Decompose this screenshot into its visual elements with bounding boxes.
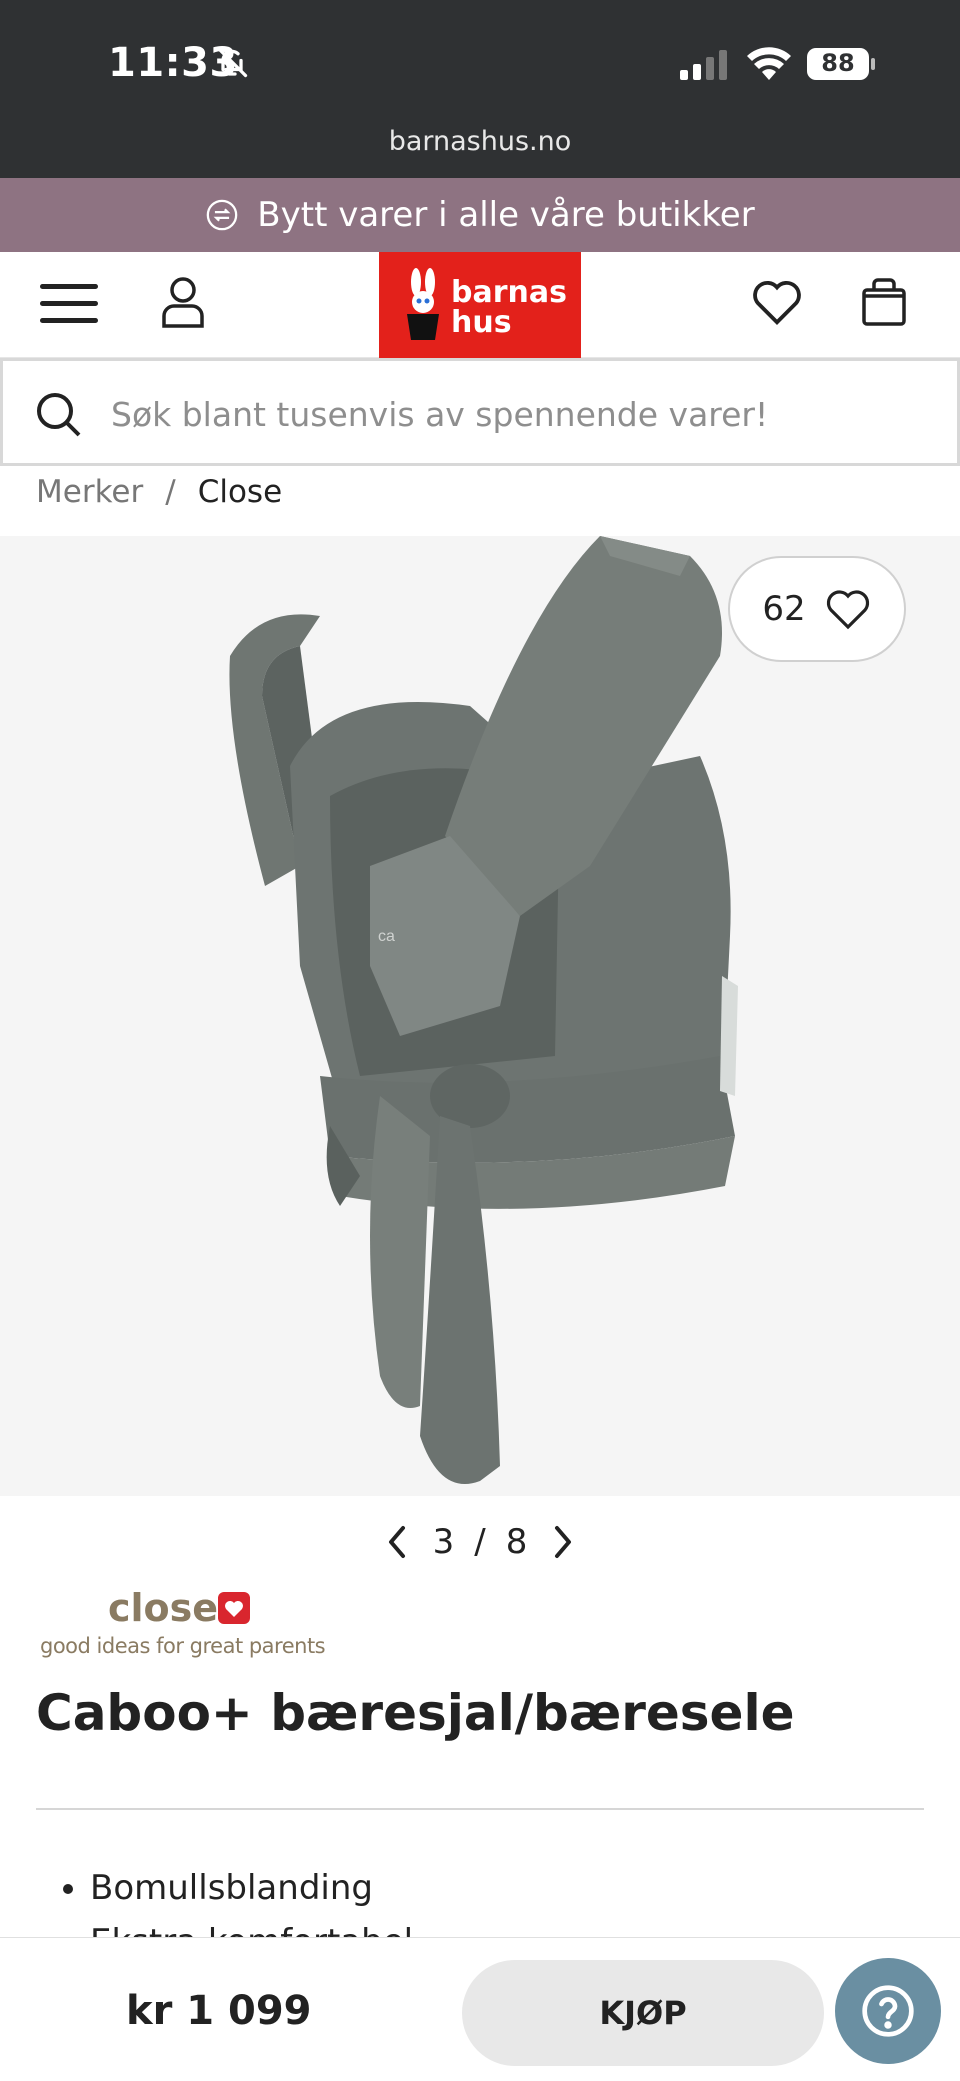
brand-logo[interactable]: close good ideas for great parents (36, 1586, 336, 1662)
gallery-pager: 3 / 8 (0, 1512, 960, 1572)
cellular-signal-icon (680, 50, 727, 80)
chevron-right-icon[interactable] (547, 1522, 577, 1562)
menu-icon[interactable] (40, 280, 98, 328)
bell-muted-icon (216, 46, 248, 78)
divider (36, 1808, 924, 1810)
breadcrumb-link-brands[interactable]: Merker (36, 474, 143, 510)
feature-item: Bomullsblanding (90, 1868, 413, 1908)
promo-banner[interactable]: Bytt varer i alle våre butikker (0, 178, 960, 252)
brand-tagline: good ideas for great parents (40, 1634, 326, 1658)
purchase-bar: kr 1 099 KJØP (0, 1937, 960, 2081)
pager-total: 8 (505, 1522, 528, 1562)
exchange-icon (206, 199, 238, 231)
browser-url[interactable]: barnashus.no (0, 126, 960, 157)
site-logo[interactable]: barnas hus (379, 252, 581, 358)
help-button[interactable] (835, 1958, 941, 2064)
product-image[interactable]: ca (0, 536, 960, 1496)
pager-separator: / (474, 1522, 486, 1562)
heart-icon (826, 590, 869, 630)
breadcrumb-separator: / (165, 474, 176, 510)
favorite-button[interactable]: 62 (728, 556, 906, 662)
logo-word-1: barnas (451, 275, 567, 310)
brand-name: close (108, 1586, 219, 1630)
breadcrumb-current: Close (197, 474, 283, 510)
promo-text: Bytt varer i alle våre butikker (257, 195, 755, 235)
search-input[interactable] (111, 389, 931, 439)
bunny-hat-icon (407, 268, 439, 340)
battery-level: 88 (821, 49, 855, 77)
account-icon[interactable] (160, 276, 206, 330)
product-title: Caboo+ bæresjal/bæresele (36, 1684, 795, 1742)
product-gallery[interactable]: ca 62 (0, 536, 960, 1496)
wifi-icon (747, 47, 791, 80)
brand-heart-icon (218, 1592, 250, 1624)
breadcrumb: Merker / Close (36, 474, 282, 510)
favorite-count: 62 (762, 589, 806, 629)
search-icon (37, 393, 81, 437)
logo-word-2: hus (451, 305, 512, 340)
shopping-bag-icon[interactable] (860, 274, 908, 328)
status-bar: 11:33 88 barnashus.no (0, 0, 960, 178)
chevron-left-icon[interactable] (383, 1522, 413, 1562)
buy-button[interactable]: KJØP (462, 1960, 824, 2066)
search-bar (0, 358, 960, 466)
wishlist-icon[interactable] (750, 276, 804, 328)
battery-indicator: 88 (806, 47, 876, 81)
site-header: barnas hus (0, 252, 960, 358)
product-image-logo: ca (378, 928, 395, 945)
help-icon (862, 1985, 914, 2037)
pager-current: 3 (432, 1522, 455, 1562)
product-price: kr 1 099 (126, 1988, 312, 2034)
